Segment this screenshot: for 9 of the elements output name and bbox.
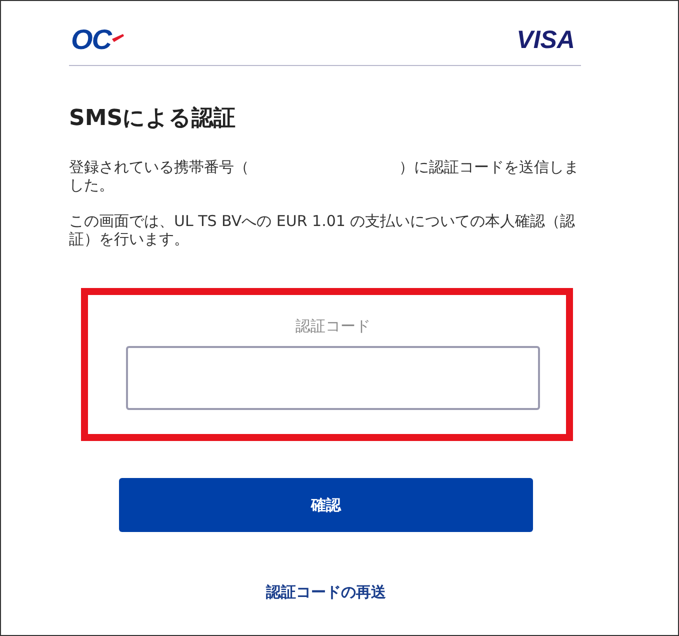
resend-link[interactable]: 認証コードの再送 — [266, 583, 386, 601]
field-label: 認証コード — [294, 317, 372, 337]
confirm-button[interactable]: 確認 — [119, 478, 533, 532]
page-title: SMSによる認証 — [69, 105, 237, 133]
visa-logo: VISA — [516, 26, 575, 54]
code-input-field[interactable] — [126, 346, 540, 410]
info-text: この画面では、UL TS BVへの EUR 1.01 の支払いについての本人確認（認証）を行います。 — [69, 212, 576, 248]
info-text: 登録されている携帯番号（ ）に認証コードを送信しました。 — [69, 158, 580, 194]
issuer-logo: OC — [71, 24, 124, 56]
